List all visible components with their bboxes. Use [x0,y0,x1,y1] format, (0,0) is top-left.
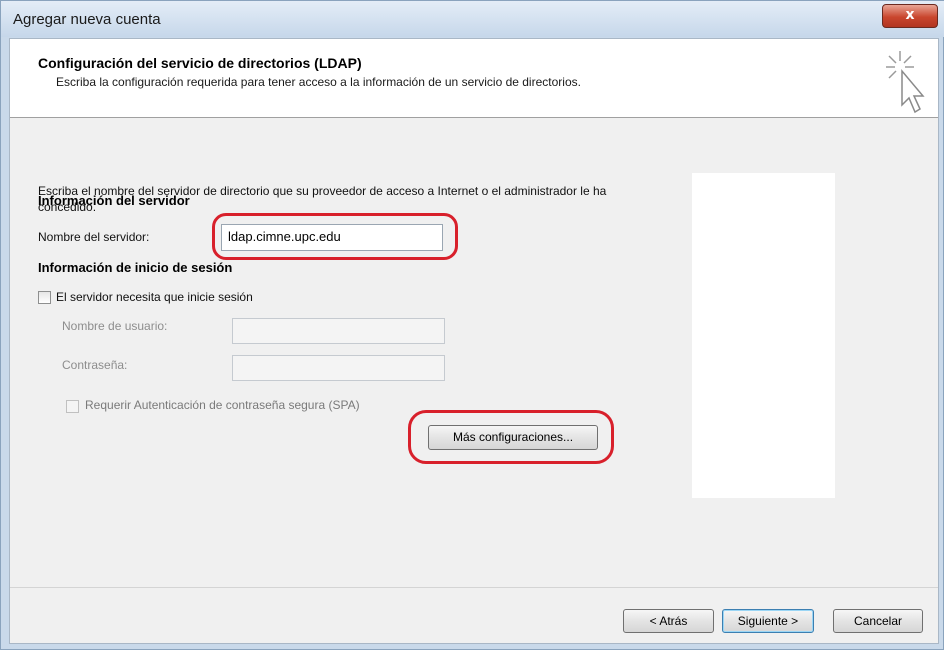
dialog-window: Agregar nueva cuenta x Configuración del… [0,0,944,650]
highlight-server-name [212,213,458,260]
requires-logon-checkbox[interactable] [38,291,51,304]
cancel-button[interactable]: Cancelar [833,609,923,633]
dialog-client-area: Configuración del servicio de directorio… [9,38,939,644]
wizard-cursor-sparkle-icon [886,51,925,114]
server-info-description: Escriba el nombre del servidor de direct… [38,184,607,214]
wizard-header: Configuración del servicio de directorio… [10,39,938,118]
spa-label: Requerir Autenticación de contraseña seg… [85,398,360,412]
requires-logon-label: El servidor necesita que inicie sesión [56,290,253,304]
highlight-more-settings [408,410,614,464]
blank-panel [692,173,835,498]
spa-checkbox[interactable] [66,400,79,413]
page-title: Configuración del servicio de directorio… [38,55,362,71]
logon-info-heading: Información de inicio de sesión [38,260,233,275]
username-label: Nombre de usuario: [62,319,168,333]
server-name-label: Nombre del servidor: [38,230,150,244]
next-button[interactable]: Siguiente > [722,609,814,633]
footer-separator [10,587,938,588]
close-button[interactable]: x [882,4,938,28]
title-bar: Agregar nueva cuenta x [1,1,944,37]
password-input[interactable] [232,355,445,381]
wizard-content: Información del servidor Escriba el nomb… [10,118,938,578]
username-input[interactable] [232,318,445,344]
page-subtitle: Escriba la configuración requerida para … [56,75,581,89]
window-title: Agregar nueva cuenta [13,11,161,28]
password-label: Contraseña: [62,358,128,372]
back-button[interactable]: < Atrás [623,609,714,633]
